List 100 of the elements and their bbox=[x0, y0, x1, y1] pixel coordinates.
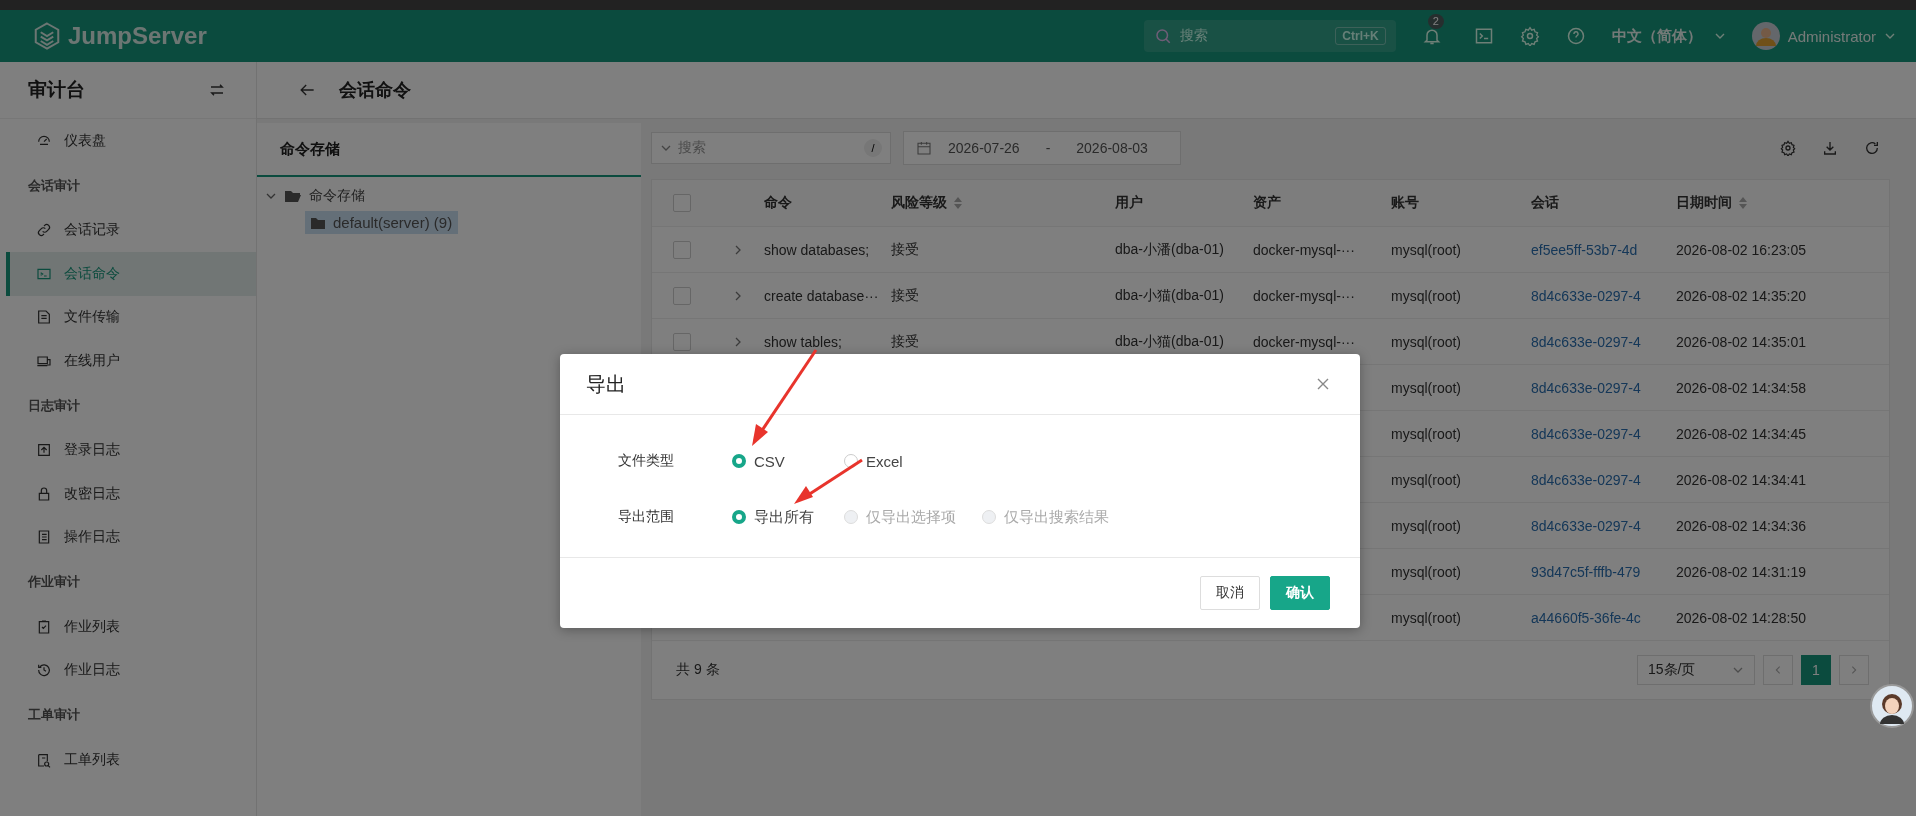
column-header[interactable]: 会话 bbox=[1531, 194, 1559, 212]
checkbox[interactable] bbox=[673, 332, 691, 351]
table-cell: dba-小潘(dba-01) bbox=[1115, 240, 1224, 259]
session-link[interactable]: 8d4c633e-0297-4 bbox=[1531, 379, 1641, 396]
sidebar-item[interactable]: 登录日志 bbox=[6, 428, 256, 472]
checkbox[interactable] bbox=[673, 240, 691, 259]
menu-icon bbox=[36, 309, 52, 326]
session-link[interactable]: ef5ee5ff-53b7-4d bbox=[1531, 241, 1638, 258]
notification-button[interactable]: 2 bbox=[1421, 14, 1448, 46]
session-link[interactable]: a44660f5-36fe-4c bbox=[1531, 609, 1641, 626]
column-header[interactable]: 风险等级 bbox=[891, 194, 963, 212]
user-menu[interactable]: Administrator bbox=[1751, 22, 1896, 50]
checkbox[interactable] bbox=[673, 194, 691, 212]
sidebar-item[interactable]: 文件传输 bbox=[6, 295, 256, 339]
date-range-picker[interactable]: 2026-07-26 - 2026-08-03 bbox=[903, 131, 1181, 165]
switch-icon[interactable] bbox=[208, 81, 226, 99]
sidebar-item[interactable]: 工单列表 bbox=[6, 738, 256, 782]
table-cell: 接受 bbox=[891, 240, 919, 259]
menu-icon bbox=[36, 442, 52, 459]
table-cell: 2026-08-02 16:23:05 bbox=[1676, 241, 1806, 258]
tree-node[interactable]: 命令存储 bbox=[309, 187, 365, 205]
menu-icon bbox=[36, 618, 52, 635]
section-heading: 日志审计 bbox=[27, 396, 81, 415]
page-title: 会话命令 bbox=[339, 79, 411, 102]
session-link[interactable]: 8d4c633e-0297-4 bbox=[1531, 517, 1641, 534]
session-link[interactable]: 8d4c633e-0297-4 bbox=[1531, 425, 1641, 442]
refresh-icon[interactable] bbox=[1864, 140, 1880, 156]
table-cell: mysql(root) bbox=[1391, 563, 1461, 580]
search-icon bbox=[1153, 27, 1172, 45]
table-cell: mysql(root) bbox=[1391, 241, 1461, 258]
table-cell: 2026-08-02 14:35:01 bbox=[1676, 333, 1806, 350]
cancel-button[interactable]: 取消 bbox=[1200, 576, 1260, 610]
help-icon[interactable] bbox=[1565, 26, 1586, 46]
tree-node[interactable]: default(server) (9) bbox=[305, 211, 459, 234]
language-dropdown[interactable]: 中文（简体） bbox=[1611, 26, 1726, 46]
table-cell: docker-mysql-··· bbox=[1253, 333, 1355, 350]
page-size-dropdown[interactable]: 15条/页 bbox=[1637, 655, 1755, 685]
table-cell: docker-mysql-··· bbox=[1253, 241, 1355, 258]
menu-icon bbox=[36, 529, 52, 546]
table-cell: mysql(root) bbox=[1391, 517, 1461, 534]
avatar-icon bbox=[1751, 22, 1780, 50]
menu-icon bbox=[36, 485, 52, 502]
session-link[interactable]: 8d4c633e-0297-4 bbox=[1531, 333, 1641, 350]
confirm-button[interactable]: 确认 bbox=[1270, 576, 1330, 610]
assistant-avatar-icon[interactable] bbox=[1870, 684, 1914, 728]
sidebar-item[interactable]: 作业日志 bbox=[6, 648, 256, 692]
download-icon[interactable] bbox=[1822, 140, 1838, 156]
table-cell: 2026-08-02 14:35:20 bbox=[1676, 287, 1806, 304]
table-cell: 接受 bbox=[891, 332, 919, 351]
sidebar-item[interactable]: 操作日志 bbox=[6, 515, 256, 559]
sidebar-item[interactable]: 在线用户 bbox=[6, 339, 256, 383]
terminal-icon[interactable] bbox=[1473, 26, 1494, 46]
table-cell: dba-小猫(dba-01) bbox=[1115, 332, 1224, 351]
sidebar-item[interactable]: 作业列表 bbox=[6, 605, 256, 649]
radio-button[interactable] bbox=[732, 454, 746, 468]
session-link[interactable]: 93d47c5f-fffb-479 bbox=[1531, 563, 1641, 580]
sidebar-item[interactable]: 会话记录 bbox=[6, 208, 256, 252]
table-cell: show tables; bbox=[764, 333, 842, 350]
checkbox[interactable] bbox=[673, 286, 691, 305]
notification-badge: 2 bbox=[1427, 14, 1444, 29]
sidebar-item[interactable]: 仪表盘 bbox=[6, 119, 256, 163]
column-header[interactable]: 用户 bbox=[1115, 194, 1143, 212]
panel-tab[interactable]: 命令存储 bbox=[257, 123, 641, 177]
table-cell: create database··· bbox=[764, 287, 879, 304]
table-cell: mysql(root) bbox=[1391, 333, 1461, 350]
sidebar-item[interactable]: 改密日志 bbox=[6, 472, 256, 516]
table-cell: show databases; bbox=[764, 241, 870, 258]
table-cell: 2026-08-02 14:34:36 bbox=[1676, 517, 1806, 534]
sidebar-item[interactable]: 会话命令 bbox=[6, 252, 256, 296]
column-header[interactable]: 命令 bbox=[764, 194, 792, 212]
radio-option[interactable]: CSV bbox=[732, 452, 818, 470]
column-header[interactable]: 日期时间 bbox=[1676, 194, 1748, 212]
field-label: 导出范围 bbox=[617, 508, 675, 526]
folder-icon bbox=[311, 216, 325, 229]
session-link[interactable]: 8d4c633e-0297-4 bbox=[1531, 471, 1641, 488]
table-cell: mysql(root) bbox=[1391, 379, 1461, 396]
table-cell: mysql(root) bbox=[1391, 287, 1461, 304]
shortcut-hint: / bbox=[864, 139, 882, 157]
annotation-arrow bbox=[794, 458, 863, 504]
menu-icon bbox=[36, 222, 52, 239]
session-link[interactable]: 8d4c633e-0297-4 bbox=[1531, 287, 1641, 304]
table-cell: 2026-08-02 14:28:50 bbox=[1676, 609, 1806, 626]
radio-option[interactable]: 导出所有 bbox=[732, 507, 818, 527]
menu-icon bbox=[36, 662, 52, 679]
close-icon[interactable] bbox=[1316, 377, 1330, 391]
sort-icon bbox=[1738, 196, 1748, 210]
logo-icon bbox=[32, 21, 62, 51]
shortcut-hint: Ctrl+K bbox=[1335, 27, 1386, 45]
sort-icon bbox=[953, 196, 963, 210]
section-heading: 会话审计 bbox=[27, 176, 81, 195]
page-button[interactable]: 1 bbox=[1801, 655, 1831, 685]
app-logo[interactable]: JumpServer bbox=[68, 22, 207, 50]
settings-icon[interactable] bbox=[1780, 140, 1796, 156]
column-header[interactable]: 资产 bbox=[1253, 194, 1281, 212]
folder-icon bbox=[285, 189, 301, 203]
total-count: 共 9 条 bbox=[676, 661, 720, 679]
column-header[interactable]: 账号 bbox=[1391, 194, 1419, 212]
radio-option[interactable]: Excel bbox=[844, 452, 930, 470]
radio-button[interactable] bbox=[732, 510, 746, 524]
table-cell: 2026-08-02 14:34:41 bbox=[1676, 471, 1806, 488]
